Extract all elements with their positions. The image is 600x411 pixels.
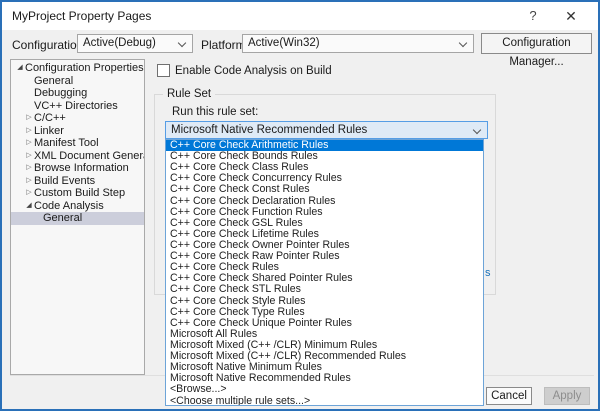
property-pages-dialog: MyProject Property Pages ? ✕ Configurati… xyxy=(0,0,600,411)
configuration-manager-button[interactable]: Configuration Manager... xyxy=(481,33,592,54)
tree-item-custom-build-step[interactable]: ▷Custom Build Step xyxy=(11,187,144,200)
tree-item-manifest-tool[interactable]: ▷Manifest Tool xyxy=(11,137,144,150)
enable-code-analysis-label: Enable Code Analysis on Build xyxy=(175,65,332,77)
platform-value: Active(Win32) xyxy=(248,37,320,49)
tree-item-xml-document-generator[interactable]: ▷XML Document Generator xyxy=(11,150,144,163)
tree-item-label: Build Events xyxy=(34,175,95,187)
tree-item-label: Browse Information xyxy=(34,162,129,174)
chevron-down-icon xyxy=(178,39,186,47)
tree-item-debugging[interactable]: Debugging xyxy=(11,87,144,100)
tree-item-linker[interactable]: ▷Linker xyxy=(11,125,144,138)
tree-item-label: VC++ Directories xyxy=(34,100,118,112)
rule-set-value: Microsoft Native Recommended Rules xyxy=(171,124,367,136)
tree-item-label: Code Analysis xyxy=(34,200,104,212)
tree-collapsed-icon[interactable]: ▷ xyxy=(24,137,34,150)
dropdown-item[interactable]: <Choose multiple rule sets...> xyxy=(166,396,483,406)
tree-item-build-events[interactable]: ▷Build Events xyxy=(11,175,144,188)
tree-item-label: Linker xyxy=(34,125,64,137)
dropdown-item[interactable]: C++ Core Check Style Rules xyxy=(166,296,483,307)
tree-collapsed-icon[interactable]: ▷ xyxy=(24,162,34,175)
tree-item-c-c-[interactable]: ▷C/C++ xyxy=(11,112,144,125)
help-icon[interactable]: ? xyxy=(520,7,546,25)
dropdown-item[interactable]: <Browse...> xyxy=(166,384,483,395)
window-title: MyProject Property Pages xyxy=(12,9,151,23)
tree-collapsed-icon[interactable]: ▷ xyxy=(24,112,34,125)
configuration-label: Configuration: xyxy=(12,38,87,52)
rule-set-group-title: Rule Set xyxy=(163,88,215,100)
tree-item-browse-information[interactable]: ▷Browse Information xyxy=(11,162,144,175)
tree-item-label: Configuration Properties xyxy=(25,62,144,74)
configuration-value: Active(Debug) xyxy=(83,37,156,49)
dropdown-item[interactable]: C++ Core Check STL Rules xyxy=(166,284,483,295)
tree-item-label: Debugging xyxy=(34,87,87,99)
tree-item-label: C/C++ xyxy=(34,112,66,124)
tree-collapsed-icon[interactable]: ▷ xyxy=(24,175,34,188)
tree-collapsed-icon[interactable]: ▷ xyxy=(24,150,34,163)
rule-set-select[interactable]: Microsoft Native Recommended Rules xyxy=(165,121,488,139)
tree-collapsed-icon[interactable]: ▷ xyxy=(24,125,34,138)
run-rule-set-label: Run this rule set: xyxy=(172,106,258,118)
chevron-down-icon xyxy=(459,39,467,47)
close-icon[interactable]: ✕ xyxy=(558,7,584,25)
configuration-select[interactable]: Active(Debug) xyxy=(77,34,193,53)
title-bar: MyProject Property Pages ? ✕ xyxy=(2,2,598,30)
tree-item-code-analysis[interactable]: ◢Code Analysis xyxy=(11,200,144,213)
configuration-tree: ◢Configuration PropertiesGeneralDebuggin… xyxy=(10,59,145,375)
dropdown-item[interactable]: C++ Core Check Declaration Rules xyxy=(166,196,483,207)
platform-select[interactable]: Active(Win32) xyxy=(242,34,474,53)
apply-button: Apply xyxy=(544,387,590,405)
tree-collapsed-icon[interactable]: ▷ xyxy=(24,187,34,200)
dropdown-item[interactable]: C++ Core Check Const Rules xyxy=(166,184,483,195)
tree-item-vc-directories[interactable]: VC++ Directories xyxy=(11,100,144,113)
tree-item-general[interactable]: General xyxy=(11,75,144,88)
tree-expanded-icon[interactable]: ◢ xyxy=(15,62,25,75)
tree-item-configuration-properties[interactable]: ◢Configuration Properties xyxy=(11,62,144,75)
tree-item-label: Custom Build Step xyxy=(34,187,125,199)
tree-item-label: General xyxy=(34,75,73,87)
rule-set-dropdown-list: C++ Core Check Arithmetic RulesC++ Core … xyxy=(165,139,484,406)
tree-item-general[interactable]: General xyxy=(11,212,144,225)
tree-expanded-icon[interactable]: ◢ xyxy=(24,200,34,213)
tree-item-label: General xyxy=(43,212,82,224)
tree-item-label: Manifest Tool xyxy=(34,137,99,149)
partially-hidden-link-text[interactable]: s xyxy=(485,267,491,279)
cancel-button[interactable]: Cancel xyxy=(486,387,532,405)
enable-code-analysis-checkbox[interactable] xyxy=(157,64,170,77)
chevron-down-icon xyxy=(473,126,481,134)
tree-item-label: XML Document Generator xyxy=(34,150,145,162)
